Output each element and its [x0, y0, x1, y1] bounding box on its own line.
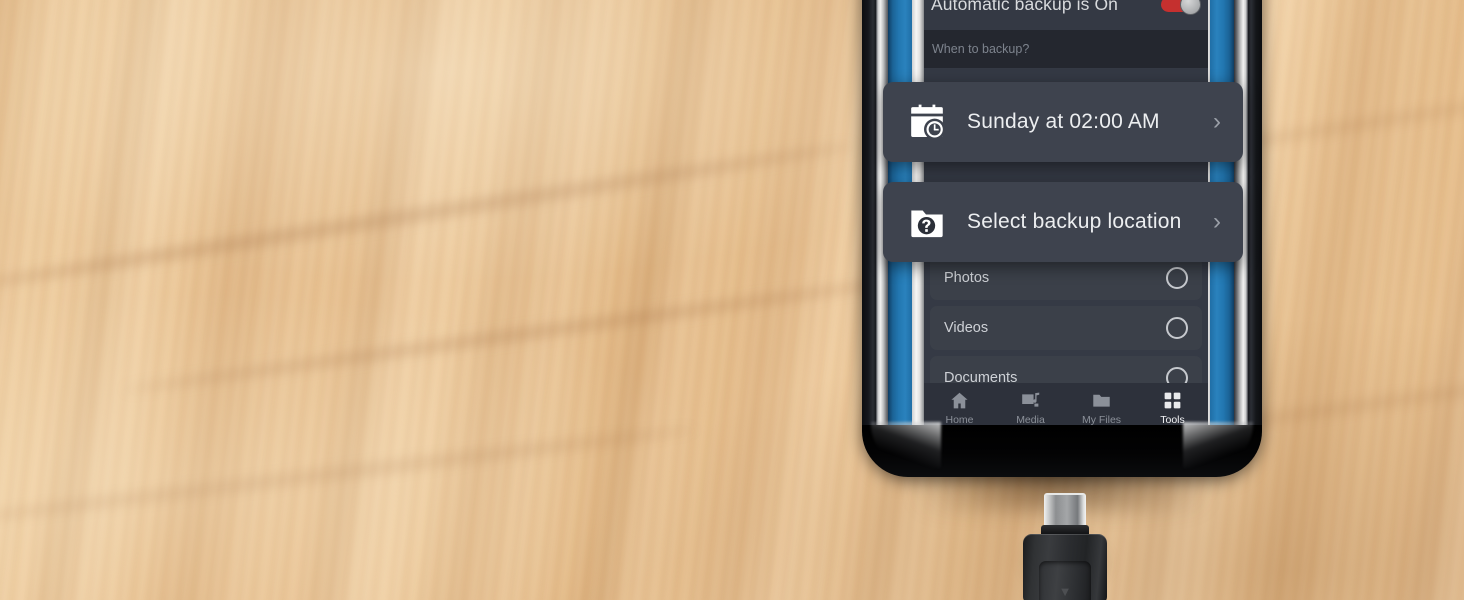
nav-item-media[interactable]: Media — [995, 390, 1066, 426]
backup-schedule-card[interactable]: Sunday at 02:00 AM › — [883, 82, 1243, 162]
section-label-when: When to backup? — [924, 30, 1208, 68]
calendar-clock-icon — [905, 102, 949, 142]
backup-item-photos[interactable]: Photos — [930, 256, 1202, 300]
chevron-right-icon: › — [1213, 208, 1221, 235]
backup-schedule-label: Sunday at 02:00 AM — [967, 110, 1160, 133]
usb-c-connector-icon — [1044, 493, 1086, 529]
section-label-when-text: When to backup? — [932, 42, 1030, 56]
automatic-backup-row[interactable]: Automatic backup is On — [924, 0, 1208, 30]
folder-icon — [1093, 394, 1110, 407]
folder-question-icon — [905, 202, 949, 242]
radio-icon[interactable] — [1166, 267, 1188, 289]
backup-item-label: Photos — [944, 270, 990, 286]
toggle-knob — [1180, 0, 1201, 15]
automatic-backup-toggle[interactable] — [1161, 0, 1201, 15]
backup-location-card[interactable]: Select backup location › — [883, 182, 1243, 262]
radio-icon[interactable] — [1166, 317, 1188, 339]
chevron-right-icon: › — [1213, 108, 1221, 135]
grid-icon — [1164, 392, 1181, 409]
usb-brand-mark: ▼ — [1058, 584, 1072, 599]
backup-item-label: Videos — [944, 320, 989, 336]
automatic-backup-label: Automatic backup is On — [931, 0, 1119, 14]
usb-flash-drive: ▼ — [1001, 493, 1131, 600]
backup-item-videos[interactable]: Videos — [930, 306, 1202, 350]
nav-item-home[interactable]: Home — [924, 390, 995, 426]
home-icon — [951, 392, 968, 409]
media-icon — [1022, 392, 1040, 407]
scene-root: Automatic backup is On When to backup? W… — [0, 0, 1464, 600]
nav-item-my-files[interactable]: My Files — [1066, 390, 1137, 426]
backup-location-label: Select backup location — [967, 210, 1182, 233]
nav-item-tools[interactable]: Tools — [1137, 390, 1208, 426]
